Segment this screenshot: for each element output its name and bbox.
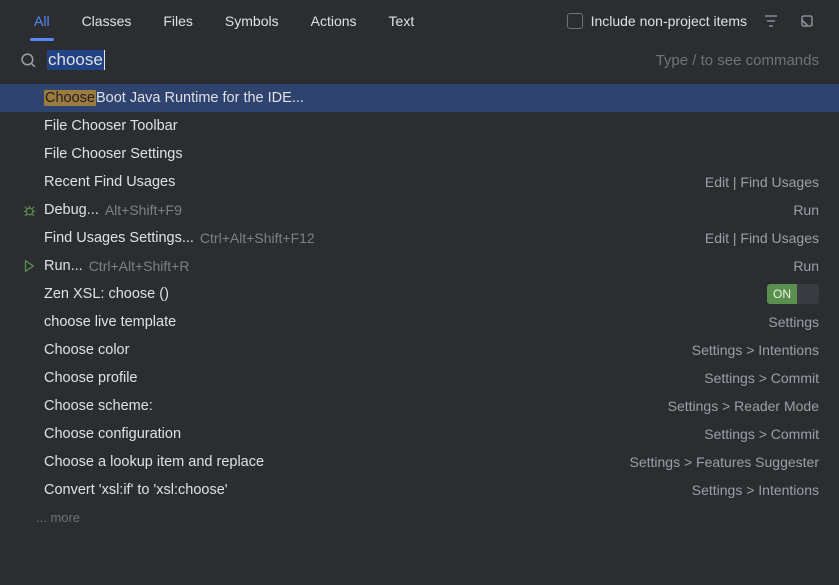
tab-files[interactable]: Files xyxy=(149,3,207,39)
result-label: File Chooser Settings xyxy=(44,146,819,162)
result-context: Edit | Find Usages xyxy=(705,174,819,190)
result-row[interactable]: Convert 'xsl:if' to 'xsl:choose' Settings… xyxy=(0,476,839,504)
result-context: Settings > Commit xyxy=(704,426,819,442)
shortcut-label: Ctrl+Alt+Shift+F12 xyxy=(200,230,315,246)
shortcut-label: Alt+Shift+F9 xyxy=(105,202,182,218)
checkbox-icon xyxy=(567,13,583,29)
result-label: Find Usages Settings...Ctrl+Alt+Shift+F1… xyxy=(44,230,699,246)
result-label: Run...Ctrl+Alt+Shift+R xyxy=(44,258,787,274)
search-tabs: All Classes Files Symbols Actions Text I… xyxy=(0,0,839,42)
run-icon xyxy=(20,259,38,273)
search-value: choose xyxy=(47,50,104,70)
result-label: Choose configuration xyxy=(44,426,698,442)
result-label: choose live template xyxy=(44,314,762,330)
result-context: Settings xyxy=(768,314,819,330)
more-link[interactable]: ... more xyxy=(0,504,839,531)
results-list: Choose Boot Java Runtime for the IDE... F… xyxy=(0,82,839,504)
tab-all[interactable]: All xyxy=(20,3,64,39)
result-row[interactable]: Run...Ctrl+Alt+Shift+R Run xyxy=(0,252,839,280)
include-non-project-checkbox[interactable]: Include non-project items xyxy=(567,13,747,29)
result-row[interactable]: Debug...Alt+Shift+F9 Run xyxy=(0,196,839,224)
toggle-switch[interactable]: ON xyxy=(767,284,819,304)
result-row[interactable]: File Chooser Settings xyxy=(0,140,839,168)
result-row[interactable]: Choose color Settings > Intentions xyxy=(0,336,839,364)
search-input[interactable]: choose xyxy=(47,50,646,70)
pin-icon[interactable] xyxy=(795,9,819,33)
result-label: Debug...Alt+Shift+F9 xyxy=(44,202,787,218)
tab-symbols[interactable]: Symbols xyxy=(211,3,293,39)
result-row[interactable]: File Chooser Toolbar xyxy=(0,112,839,140)
result-row[interactable]: Choose configuration Settings > Commit xyxy=(0,420,839,448)
search-hint: Type / to see commands xyxy=(656,52,819,69)
result-row[interactable]: Choose scheme: Settings > Reader Mode xyxy=(0,392,839,420)
result-label: Choose Boot Java Runtime for the IDE... xyxy=(44,90,819,106)
result-row[interactable]: Choose a lookup item and replace Settings… xyxy=(0,448,839,476)
result-label: Choose profile xyxy=(44,370,698,386)
result-context: Settings > Commit xyxy=(704,370,819,386)
result-label: Convert 'xsl:if' to 'xsl:choose' xyxy=(44,482,686,498)
tab-actions[interactable]: Actions xyxy=(297,3,371,39)
result-context: Settings > Features Suggester xyxy=(630,454,820,470)
tab-text[interactable]: Text xyxy=(375,3,429,39)
search-icon xyxy=(20,52,37,69)
result-label: Choose scheme: xyxy=(44,398,662,414)
result-row[interactable]: Choose Boot Java Runtime for the IDE... xyxy=(0,84,839,112)
result-label: Choose a lookup item and replace xyxy=(44,454,624,470)
result-context: Settings > Intentions xyxy=(692,482,819,498)
result-context: Edit | Find Usages xyxy=(705,230,819,246)
result-row[interactable]: Find Usages Settings...Ctrl+Alt+Shift+F1… xyxy=(0,224,839,252)
result-row[interactable]: Recent Find Usages Edit | Find Usages xyxy=(0,168,839,196)
result-context: Settings > Reader Mode xyxy=(668,398,819,414)
text-cursor xyxy=(104,50,105,70)
search-row: choose Type / to see commands xyxy=(0,42,839,82)
bug-icon xyxy=(20,203,38,218)
filter-icon[interactable] xyxy=(759,9,783,33)
tab-classes[interactable]: Classes xyxy=(68,3,146,39)
result-context: Run xyxy=(793,202,819,218)
result-label: File Chooser Toolbar xyxy=(44,118,819,134)
result-row[interactable]: choose live template Settings xyxy=(0,308,839,336)
result-row[interactable]: Zen XSL: choose () ON xyxy=(0,280,839,308)
result-label: Choose color xyxy=(44,342,686,358)
result-label: Recent Find Usages xyxy=(44,174,699,190)
include-label: Include non-project items xyxy=(591,13,747,29)
result-context: Settings > Intentions xyxy=(692,342,819,358)
result-label: Zen XSL: choose () xyxy=(44,286,761,302)
result-context: Run xyxy=(793,258,819,274)
result-row[interactable]: Choose profile Settings > Commit xyxy=(0,364,839,392)
shortcut-label: Ctrl+Alt+Shift+R xyxy=(89,258,190,274)
